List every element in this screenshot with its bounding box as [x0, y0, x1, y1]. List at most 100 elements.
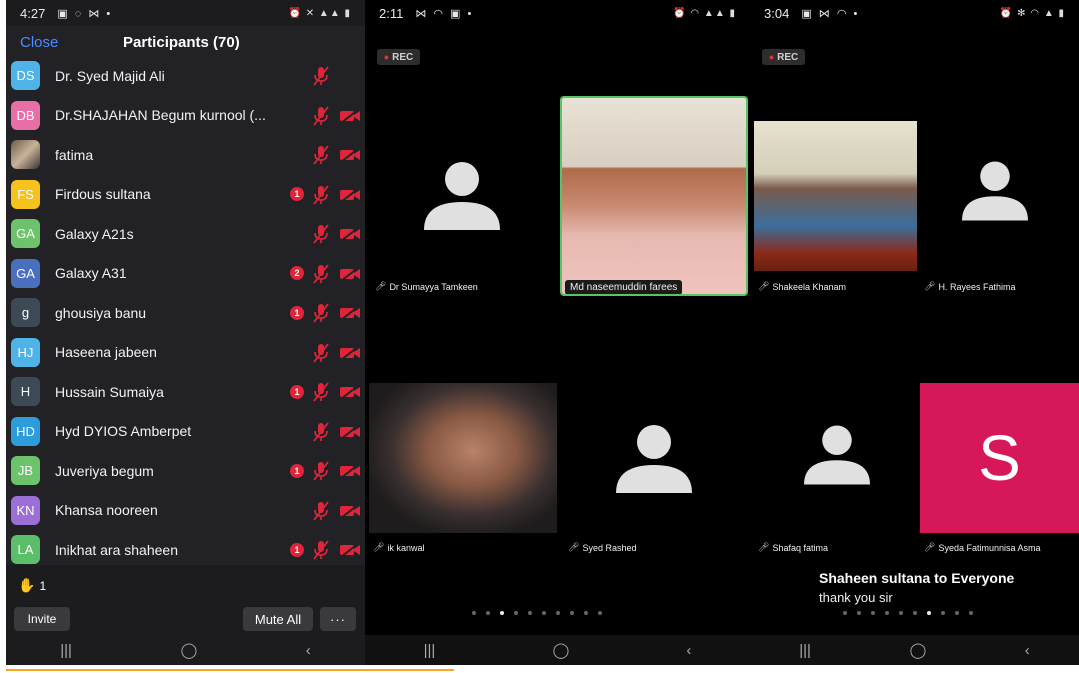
page-dot[interactable] — [885, 611, 889, 615]
screenshot-collage: 4:27 ▣ ◌ ⋈ • ⏰ ✕ ▲▲ ▮ Close Participants… — [0, 0, 1079, 673]
page-dot[interactable] — [955, 611, 959, 615]
avatar: JB — [11, 456, 40, 486]
tile-name: Dr Sumayya Tamkeen — [389, 281, 478, 292]
video-tile[interactable]: 🎤︎ Shafaq fatima — [754, 383, 917, 555]
recording-dot-icon: ● — [768, 52, 775, 62]
participant-video — [754, 121, 917, 271]
page-indicator[interactable] — [843, 611, 973, 615]
video-off-icon — [339, 384, 361, 400]
participant-row[interactable]: FS Firdous sultana 1 — [6, 175, 365, 215]
participant-name: Galaxy A31 — [55, 265, 127, 282]
raised-hand-icon: ✋ — [18, 577, 36, 593]
page-dot[interactable] — [472, 611, 476, 615]
raised-hands-indicator[interactable]: ✋ 1 — [18, 577, 46, 594]
participant-name: Galaxy A21s — [55, 225, 134, 242]
page-dot[interactable] — [584, 611, 588, 615]
video-off-icon — [339, 265, 361, 282]
tile-name-label: 🎤︎ Dr Sumayya Tamkeen — [375, 281, 478, 292]
video-off-icon — [339, 542, 361, 558]
avatar: GA — [11, 219, 40, 249]
video-tile[interactable]: 🎤︎ ik kanwal — [369, 383, 557, 555]
status-time: 4:27 — [20, 5, 46, 21]
participant-row[interactable]: GA Galaxy A21s — [6, 214, 365, 254]
unread-badge: 1 — [290, 384, 304, 399]
invite-button[interactable]: Invite — [14, 607, 70, 631]
page-dot[interactable] — [857, 611, 861, 615]
video-off-icon — [339, 344, 361, 361]
participant-row[interactable]: DB Dr.SHAJAHAN Begum kurnool (... — [6, 96, 365, 136]
tile-name-label: Md naseemuddin farees — [565, 280, 683, 294]
page-dot[interactable] — [570, 611, 574, 615]
page-dot[interactable] — [871, 611, 875, 615]
mic-muted-icon — [313, 303, 329, 323]
participant-row[interactable]: KN Khansa nooreen — [6, 491, 365, 531]
page-dot[interactable] — [843, 611, 847, 615]
divider-line — [6, 669, 454, 671]
page-dot[interactable] — [514, 611, 518, 615]
participant-row[interactable]: HJ Haseena jabeen — [6, 333, 365, 373]
participant-row[interactable]: LA Inikhat ara shaheen 1 — [6, 530, 365, 570]
close-button[interactable]: Close — [20, 34, 58, 51]
home-nav-icon[interactable]: ◯ — [180, 641, 197, 659]
video-tile[interactable]: S 🎤︎ Syeda Fatimunnisa Asma — [920, 383, 1079, 555]
recents-nav-icon[interactable]: ||| — [799, 642, 811, 659]
page-indicator[interactable] — [472, 611, 602, 615]
video-tile[interactable]: 🎤︎ Shakeela Khanam — [754, 121, 917, 296]
page-dot[interactable] — [927, 611, 931, 615]
recording-indicator: ● REC — [762, 49, 805, 65]
participant-name: Khansa nooreen — [55, 502, 158, 519]
chat-sender[interactable]: Shaheen sultana to Everyone — [819, 570, 1014, 586]
video-off-icon — [339, 186, 361, 203]
back-nav-icon[interactable]: ‹ — [1025, 642, 1030, 659]
mute-all-button[interactable]: Mute All — [243, 607, 313, 631]
page-dot[interactable] — [556, 611, 560, 615]
mic-muted-icon — [313, 263, 329, 284]
page-dot[interactable] — [899, 611, 903, 615]
participant-name: Dr.SHAJAHAN Begum kurnool (... — [55, 107, 266, 124]
page-dot[interactable] — [598, 611, 602, 615]
video-off-icon — [339, 423, 361, 440]
mic-muted-icon — [313, 184, 329, 205]
page-dot[interactable] — [500, 611, 504, 615]
tile-name: Shakeela Khanam — [772, 281, 846, 292]
page-dot[interactable] — [913, 611, 917, 615]
participant-row[interactable]: JB Juveriya begum 1 — [6, 451, 365, 491]
page-dot[interactable] — [542, 611, 546, 615]
participant-row[interactable]: HD Hyd DYIOS Amberpet — [6, 412, 365, 452]
video-tile[interactable]: 🎤︎ Syed Rashed — [560, 383, 748, 555]
recents-nav-icon[interactable]: ||| — [60, 642, 72, 659]
mic-muted-icon: 🎤︎ — [568, 542, 580, 552]
participant-name: Juveriya begum — [55, 462, 154, 479]
video-tile[interactable]: 🎤︎ H. Rayees Fathima — [918, 121, 1079, 296]
tile-name: Md naseemuddin farees — [570, 282, 678, 293]
participants-header: Close Participants (70) — [6, 26, 365, 58]
mic-muted-icon — [313, 145, 329, 165]
home-nav-icon[interactable]: ◯ — [552, 641, 569, 659]
recents-nav-icon[interactable]: ||| — [424, 642, 436, 659]
participant-row[interactable]: g ghousiya banu 1 — [6, 293, 365, 333]
status-time: 2:11 — [379, 5, 404, 21]
active-speaker-tile[interactable]: Md naseemuddin farees — [560, 96, 748, 296]
participant-row[interactable]: H Hussain Sumaiya 1 — [6, 372, 365, 412]
unread-badge: 1 — [290, 187, 304, 202]
android-nav-bar: ||| ◯ ‹ — [6, 635, 365, 665]
page-dot[interactable] — [941, 611, 945, 615]
back-nav-icon[interactable]: ‹ — [686, 642, 691, 659]
home-nav-icon[interactable]: ◯ — [909, 641, 926, 659]
mic-muted-icon: 🎤︎ — [375, 281, 387, 291]
gallery-screen-1: 2:11 ⋈ ◠ ▣ • ⏰ ◠ ▲▲ ▮ ● REC 🎤︎ Dr Sumayya … — [365, 0, 750, 665]
page-dot[interactable] — [969, 611, 973, 615]
participant-row[interactable]: fatima — [6, 135, 365, 175]
page-dot[interactable] — [486, 611, 490, 615]
participant-row[interactable]: GA Galaxy A31 2 — [6, 254, 365, 294]
system-status-icons: ⏰ ◠ ▲▲ ▮ — [673, 7, 736, 19]
back-nav-icon[interactable]: ‹ — [306, 642, 311, 659]
more-options-button[interactable]: ··· — [320, 607, 356, 631]
page-dot[interactable] — [528, 611, 532, 615]
mic-muted-icon: 🎤︎ — [758, 542, 770, 552]
system-status-icons: ⏰ ✕ ▲▲ ▮ — [288, 7, 351, 19]
video-tile[interactable]: 🎤︎ Dr Sumayya Tamkeen — [365, 96, 558, 296]
avatar: KN — [11, 495, 40, 525]
participant-row[interactable]: DS Dr. Syed Majid Ali — [6, 56, 365, 96]
mic-muted-icon — [313, 461, 329, 481]
